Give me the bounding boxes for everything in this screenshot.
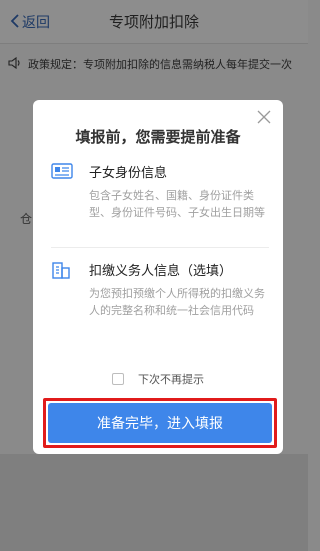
dont-show-again-checkbox[interactable] [112,373,124,385]
id-card-icon [51,162,73,181]
section-title: 子女身份信息 [89,166,168,181]
policy-notice: 政策规定：专项附加扣除的信息需纳税人每年提交一次 [0,50,308,78]
nav-bar: 返回 专项附加扣除 [0,0,308,44]
chevron-left-icon [10,13,20,32]
notice-text: 政策规定：专项附加扣除的信息需纳税人每年提交一次 [28,58,292,71]
back-label: 返回 [22,15,50,31]
section-title: 扣缴义务人信息（选填） [89,264,233,279]
section-withholding-agent: 扣缴义务人信息（选填） 为您预扣预缴个人所得税的扣缴义务人的完整名称和统一社会信… [51,260,269,319]
background-footer [0,454,308,551]
confirm-button[interactable]: 准备完毕，进入填报 [48,403,272,443]
divider [51,247,269,248]
section-description: 包含子女姓名、国籍、身份证件类型、身份证件号码、子女出生日期等 [89,189,265,219]
dialog-title: 填报前，您需要提前准备 [75,128,241,146]
building-icon [51,261,73,279]
background-text: 仓 [20,212,33,226]
close-icon[interactable] [255,108,273,126]
checkbox-label: 下次不再提示 [138,373,204,386]
dont-show-again-row[interactable]: 下次不再提示 [33,371,283,387]
back-button[interactable]: 返回 [10,0,50,44]
section-child-identity: 子女身份信息 包含子女姓名、国籍、身份证件类型、身份证件号码、子女出生日期等 [51,162,269,221]
page-title: 专项附加扣除 [108,13,199,31]
speaker-icon [8,56,22,72]
section-description: 为您预扣预缴个人所得税的扣缴义务人的完整名称和统一社会信用代码 [89,287,265,317]
